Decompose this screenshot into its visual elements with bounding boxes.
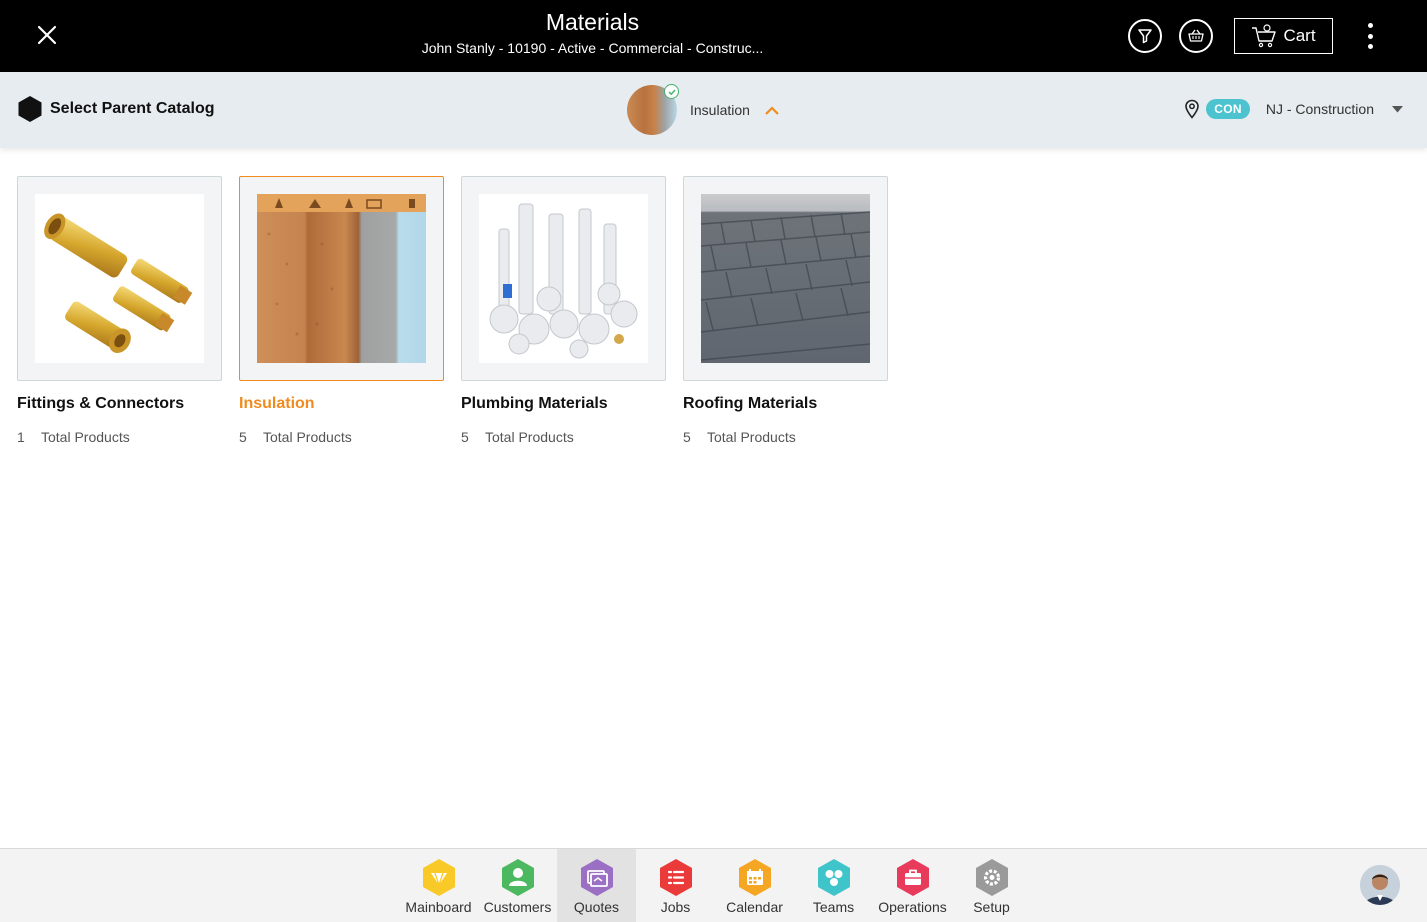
product-count-number: 5 [239,429,247,445]
more-options-button[interactable] [1360,20,1380,52]
category-product-count: 5 Total Products [683,429,888,445]
category-image-frame [239,176,444,381]
nav-item-mainboard[interactable]: Mainboard [399,849,478,922]
jobs-icon [658,858,694,897]
nav-item-calendar[interactable]: Calendar [715,849,794,922]
product-count-label: Total Products [263,429,352,445]
category-card-fittings[interactable]: Fittings & Connectors 1 Total Products [17,176,222,445]
hexagon-icon [17,95,43,123]
setup-icon [974,858,1010,897]
product-count-label: Total Products [707,429,796,445]
cart-label: Cart [1283,26,1316,45]
operations-icon [895,858,931,897]
location-selector[interactable]: CON NJ - Construction [1184,99,1403,119]
location-label: NJ - Construction [1265,101,1374,117]
product-count-label: Total Products [485,429,574,445]
location-pin-icon [1184,99,1200,119]
category-product-count: 1 Total Products [17,429,222,445]
nav-item-teams[interactable]: Teams [794,849,873,922]
insulation-image [257,194,426,363]
location-badge: CON [1206,99,1250,119]
kebab-dot-icon [1367,44,1373,49]
title-block: Materials John Stanly - 10190 - Active -… [380,8,805,58]
basket-button[interactable] [1179,19,1213,53]
nav-item-operations[interactable]: Operations [873,849,952,922]
close-button[interactable] [30,18,64,52]
bottom-navigation: Mainboard Customers Quotes Jobs Calendar [0,848,1427,922]
nav-item-jobs[interactable]: Jobs [636,849,715,922]
plumbing-image [479,194,648,363]
close-icon [37,25,57,45]
quotes-icon [579,858,615,897]
product-count-number: 5 [461,429,469,445]
category-name: Plumbing Materials [461,395,608,412]
calendar-icon [737,858,773,897]
nav-item-customers[interactable]: Customers [478,849,557,922]
page-title: Materials [545,9,640,35]
cart-button[interactable]: Cart [1234,18,1333,54]
product-count-number: 5 [683,429,691,445]
nav-item-quotes[interactable]: Quotes [557,849,636,922]
top-header: Materials John Stanly - 10190 - Active -… [0,0,1427,72]
user-avatar[interactable] [1360,865,1400,905]
cart-icon [1252,24,1277,48]
caret-down-icon [1392,105,1403,112]
selected-catalog-label: Insulation [690,102,750,118]
nav-label: Jobs [660,899,691,915]
category-name: Fittings & Connectors [17,395,185,412]
category-image-frame [17,176,222,381]
category-card-plumbing[interactable]: Plumbing Materials 5 Total Products [461,176,666,445]
fittings-image [35,194,204,363]
nav-label: Operations [878,899,947,915]
selected-catalog-dropdown[interactable]: Insulation [627,84,780,136]
check-icon [664,84,679,99]
teams-icon [816,858,852,897]
category-product-count: 5 Total Products [461,429,666,445]
category-name: Insulation [239,395,315,412]
product-count-label: Total Products [41,429,130,445]
kebab-dot-icon [1367,23,1373,28]
basket-icon [1188,29,1204,42]
roofing-image [701,194,870,363]
product-count-number: 1 [17,429,25,445]
nav-label: Mainboard [405,899,472,915]
category-name: Roofing Materials [683,395,818,412]
nav-label: Calendar [726,899,783,915]
filter-button[interactable] [1128,19,1162,53]
category-card-roofing[interactable]: Roofing Materials 5 Total Products [683,176,888,445]
nav-label: Setup [973,899,1010,915]
kebab-dot-icon [1367,33,1373,39]
category-image-frame [461,176,666,381]
category-grid: Fittings & Connectors 1 Total Products I… [17,176,888,445]
category-card-insulation[interactable]: Insulation 5 Total Products [239,176,444,445]
nav-label: Customers [483,899,552,915]
mainboard-icon [421,858,457,897]
catalog-bar: Select Parent Catalog Insulation CON NJ … [0,72,1427,148]
select-parent-catalog-button[interactable]: Select Parent Catalog [17,95,215,123]
filter-icon [1138,29,1152,44]
category-product-count: 5 Total Products [239,429,444,445]
nav-label: Quotes [573,899,620,915]
category-image-frame [683,176,888,381]
nav-label: Teams [812,899,855,915]
customers-icon [500,858,536,897]
customer-subtitle: John Stanly - 10190 - Active - Commercia… [421,40,764,56]
nav-item-setup[interactable]: Setup [952,849,1031,922]
parent-catalog-label: Select Parent Catalog [50,100,215,117]
chevron-up-icon [765,106,779,115]
